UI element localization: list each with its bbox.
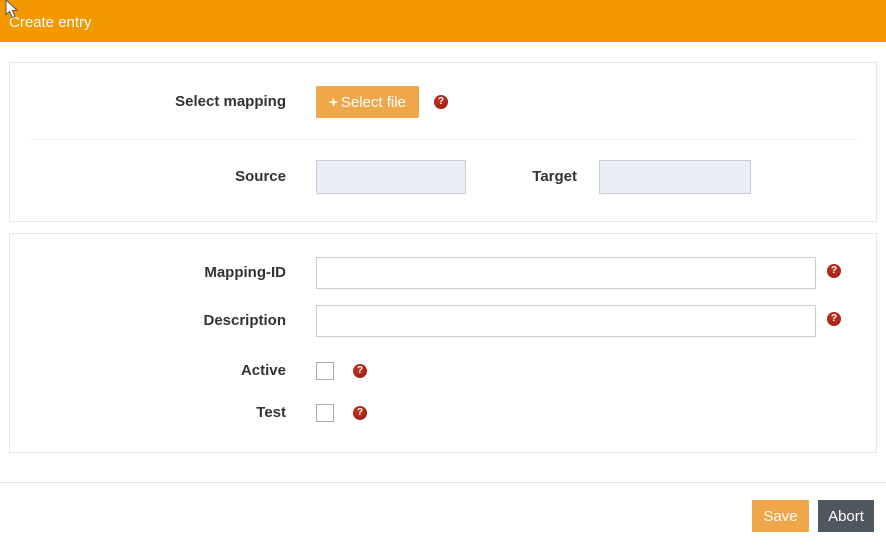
target-input (599, 160, 751, 194)
mapping-id-input[interactable] (316, 257, 816, 289)
active-checkbox[interactable] (316, 362, 334, 380)
description-help-icon[interactable]: ? (827, 312, 841, 326)
mapping-selection-panel: Select mapping +Select file ? Source Tar… (9, 62, 877, 222)
mouse-cursor-icon (5, 0, 19, 20)
test-checkbox[interactable] (316, 404, 334, 422)
active-label: Active (10, 355, 286, 387)
description-label: Description (10, 305, 286, 337)
mapping-id-help-icon[interactable]: ? (827, 264, 841, 278)
page-header: Create entry (0, 0, 886, 42)
page-title: Create entry (9, 14, 92, 31)
test-label: Test (10, 397, 286, 429)
select-mapping-help-icon[interactable]: ? (434, 95, 448, 109)
plus-icon: + (329, 94, 338, 111)
target-label: Target (410, 160, 577, 194)
page: Create entry Select mapping +Select file… (0, 0, 886, 546)
select-mapping-label: Select mapping (10, 86, 286, 118)
panel-divider (31, 139, 857, 140)
test-help-icon[interactable]: ? (353, 406, 367, 420)
active-help-icon[interactable]: ? (353, 364, 367, 378)
footer-divider (0, 482, 886, 483)
select-file-button-label: Select file (341, 94, 406, 111)
source-label: Source (10, 160, 286, 194)
save-button[interactable]: Save (752, 500, 809, 532)
description-input[interactable] (316, 305, 816, 337)
mapping-id-label: Mapping-ID (10, 257, 286, 289)
abort-button[interactable]: Abort (818, 500, 874, 532)
select-file-button[interactable]: +Select file (316, 86, 419, 118)
entry-details-panel: Mapping-ID ? Description ? Active ? Test… (9, 233, 877, 453)
